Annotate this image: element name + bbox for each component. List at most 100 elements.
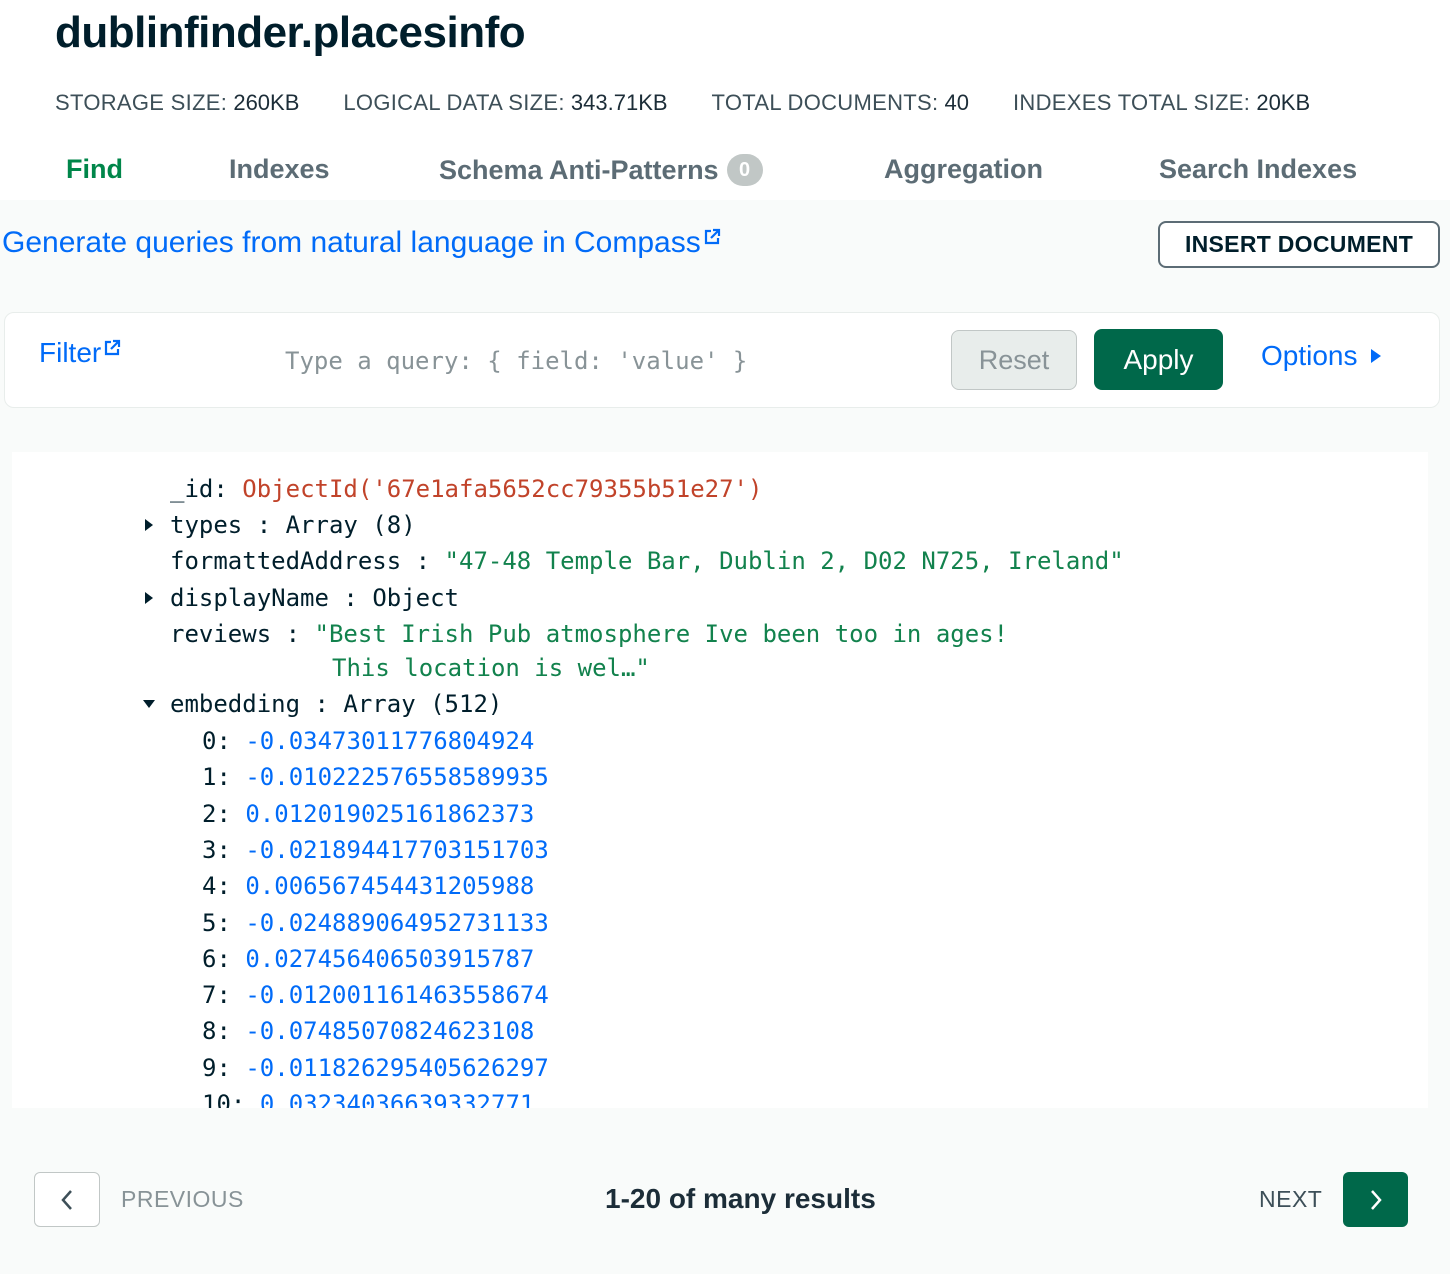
item-colon: : [216, 1053, 246, 1082]
apply-button[interactable]: Apply [1094, 329, 1223, 390]
field-formatted-address: formattedAddress : "47-48 Temple Bar, Du… [170, 546, 1124, 576]
chevron-left-icon [61, 1189, 72, 1210]
item-colon: : [230, 1090, 260, 1108]
natural-language-compass-link[interactable]: Generate queries from natural language i… [2, 226, 721, 260]
previous-page-button[interactable] [34, 1172, 100, 1227]
embedding-item: 10: 0.03234036639332771 [202, 1089, 534, 1108]
stat-value: 343.71KB [570, 90, 668, 115]
field-value: Array (512) [343, 690, 503, 718]
tab-label: Aggregation [884, 154, 1043, 184]
embedding-item: 9: -0.011826295405626297 [202, 1053, 549, 1083]
field-colon: : [300, 690, 344, 718]
field-colon: : [401, 547, 445, 575]
results-summary: 1-20 of many results [605, 1183, 876, 1214]
field-value: "47-48 Temple Bar, Dublin 2, D02 N725, I… [444, 547, 1124, 575]
embedding-item: 7: -0.012001161463558674 [202, 980, 549, 1010]
embedding-item: 0: -0.03473011776804924 [202, 726, 534, 756]
item-colon: : [216, 1017, 246, 1046]
tab-find[interactable]: Find [66, 154, 123, 185]
item-index: 0 [202, 727, 217, 755]
field-value: Array (8) [285, 511, 416, 539]
field-key: embedding [170, 690, 301, 718]
item-value: -0.03473011776804924 [245, 727, 535, 755]
item-index: 2 [202, 799, 217, 828]
collection-stats: STORAGE SIZE: 260KB LOGICAL DATA SIZE: 3… [55, 90, 1310, 116]
item-colon: : [216, 835, 246, 864]
item-value: -0.010222576558589935 [245, 763, 549, 792]
field-embedding: embedding : Array (512) [170, 689, 502, 719]
embedding-item: 3: -0.021894417703151703 [202, 835, 549, 865]
filter-label: Filter [39, 337, 102, 368]
caret-right-icon [1370, 349, 1381, 363]
field-value: Object [372, 584, 460, 612]
item-colon: : [216, 944, 246, 973]
link-label: Generate queries from natural language i… [2, 226, 701, 259]
stat-total-documents: TOTAL DOCUMENTS: 40 [712, 90, 969, 116]
stat-label: LOGICAL DATA SIZE: [343, 90, 565, 115]
field-value-continuation: This location is wel…" [332, 654, 650, 682]
previous-label: PREVIOUS [121, 1186, 244, 1212]
tab-indexes[interactable]: Indexes [229, 154, 330, 185]
item-value: -0.024889064952731133 [245, 908, 549, 937]
item-colon: : [216, 763, 246, 792]
field-value: "Best Irish Pub atmosphere Ive been too … [314, 620, 1009, 648]
reset-button[interactable]: Reset [951, 330, 1077, 390]
item-colon: : [216, 727, 246, 755]
item-value: -0.012001161463558674 [245, 981, 549, 1010]
stat-value: 20KB [1256, 90, 1311, 115]
item-index: 1 [202, 763, 217, 792]
stat-value: 40 [944, 90, 970, 115]
filter-docs-link[interactable]: Filter [39, 337, 121, 369]
options-label: Options [1261, 340, 1358, 371]
document-card: _id: ObjectId('67e1afa5652cc79355b51e27'… [12, 452, 1428, 1108]
item-colon: : [216, 799, 246, 828]
item-value: 0.012019025161862373 [245, 799, 535, 828]
embedding-item: 6: 0.027456406503915787 [202, 944, 534, 974]
stat-logical-data-size: LOGICAL DATA SIZE: 343.71KB [343, 90, 667, 116]
field-colon: : [213, 475, 243, 503]
embedding-item: 8: -0.07485070824623108 [202, 1016, 534, 1046]
item-index: 4 [202, 872, 217, 901]
chevron-right-icon [1370, 1189, 1382, 1210]
filter-bar: Filter Reset Apply Options [4, 312, 1440, 408]
item-value: -0.011826295405626297 [245, 1053, 549, 1082]
tab-label: Search Indexes [1159, 154, 1358, 184]
field-key: reviews [170, 620, 272, 648]
field-colon: : [328, 584, 373, 612]
item-index: 5 [202, 908, 217, 937]
item-value: -0.021894417703151703 [245, 835, 549, 864]
item-index: 7 [202, 981, 217, 1010]
item-value: 0.006567454431205988 [245, 872, 535, 901]
item-value: 0.03234036639332771 [259, 1090, 535, 1108]
field-colon: : [242, 511, 286, 539]
item-colon: : [216, 908, 246, 937]
embedding-item: 4: 0.006567454431205988 [202, 871, 534, 901]
insert-document-button[interactable]: INSERT DOCUMENT [1158, 221, 1440, 268]
options-toggle[interactable]: Options [1261, 340, 1382, 372]
embedding-item: 1: -0.010222576558589935 [202, 762, 549, 792]
field-key: _id [170, 475, 214, 503]
caret-down-icon[interactable] [142, 697, 156, 711]
tab-schema-anti-patterns[interactable]: Schema Anti-Patterns 0 [439, 154, 763, 186]
item-index: 3 [202, 835, 217, 864]
item-value: -0.07485070824623108 [245, 1017, 535, 1046]
item-index: 9 [202, 1053, 217, 1082]
field-key: displayName [170, 584, 329, 612]
item-index: 6 [202, 944, 217, 973]
stat-storage-size: STORAGE SIZE: 260KB [55, 90, 299, 116]
field-id: _id: ObjectId('67e1afa5652cc79355b51e27'… [170, 474, 762, 504]
item-colon: : [216, 981, 246, 1010]
field-types: types : Array (8) [170, 510, 416, 540]
tab-aggregation[interactable]: Aggregation [884, 154, 1043, 185]
external-link-icon [105, 339, 121, 356]
tab-search-indexes[interactable]: Search Indexes [1159, 154, 1357, 185]
embedding-item: 2: 0.012019025161862373 [202, 799, 534, 829]
stat-label: STORAGE SIZE: [55, 90, 228, 115]
caret-right-icon[interactable] [142, 518, 156, 532]
field-display-name: displayName : Object [170, 583, 459, 613]
next-page-button[interactable] [1343, 1172, 1408, 1227]
caret-right-icon[interactable] [142, 591, 156, 605]
embedding-item: 5: -0.024889064952731133 [202, 908, 549, 938]
query-input[interactable] [285, 341, 925, 381]
field-key: types [170, 511, 243, 539]
